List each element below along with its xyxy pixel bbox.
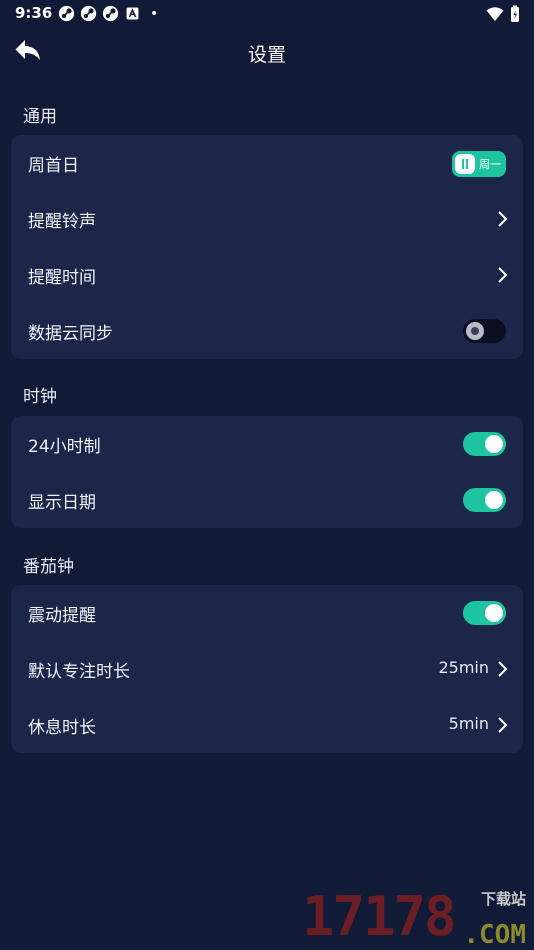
focus-duration-value: 25min <box>438 658 489 677</box>
wifi-icon <box>486 7 504 21</box>
chevron-right-icon <box>498 267 508 283</box>
status-bar: 9:36 • <box>0 0 534 28</box>
pause-icon <box>455 154 475 174</box>
vibrate-toggle[interactable] <box>463 601 506 625</box>
section-title-clock: 时钟 <box>23 387 57 407</box>
row-focus-duration[interactable]: 默认专注时长 25min <box>11 641 523 697</box>
notification-icons: • <box>58 5 158 22</box>
focus-duration-label: 默认专注时长 <box>28 662 130 682</box>
status-time: 9:36 <box>15 4 53 22</box>
card-pomodoro: 震动提醒 默认专注时长 25min 休息时长 5min <box>11 585 523 753</box>
battery-icon <box>511 5 519 22</box>
chevron-right-icon <box>498 211 508 227</box>
section-title-pomodoro: 番茄钟 <box>23 557 74 577</box>
24h-format-label: 24小时制 <box>28 437 101 457</box>
cloud-sync-toggle[interactable] <box>463 319 506 343</box>
watermark-number: 17178 <box>302 885 457 948</box>
row-break-duration[interactable]: 休息时长 5min <box>11 697 523 753</box>
status-dot: • <box>150 5 159 22</box>
row-24h-format[interactable]: 24小时制 <box>11 416 523 472</box>
toggle-knob <box>485 435 503 453</box>
chevron-right-icon <box>498 661 508 677</box>
toggle-knob <box>466 322 484 340</box>
row-reminder-time[interactable]: 提醒时间 <box>11 247 523 303</box>
week-start-label: 周首日 <box>28 156 79 176</box>
row-cloud-sync[interactable]: 数据云同步 <box>11 303 523 359</box>
show-date-toggle[interactable] <box>463 488 506 512</box>
cloud-sync-label: 数据云同步 <box>28 324 113 344</box>
a-app-icon <box>126 7 139 20</box>
steam-icon <box>80 5 97 22</box>
steam-icon <box>58 5 75 22</box>
reminder-ringtone-label: 提醒铃声 <box>28 212 96 232</box>
week-start-toggle[interactable]: 周一 <box>452 151 506 177</box>
chevron-right-icon <box>498 717 508 733</box>
toggle-knob <box>485 604 503 622</box>
row-show-date[interactable]: 显示日期 <box>11 472 523 528</box>
row-reminder-ringtone[interactable]: 提醒铃声 <box>11 191 523 247</box>
24h-format-toggle[interactable] <box>463 432 506 456</box>
vibrate-label: 震动提醒 <box>28 606 96 626</box>
row-week-start[interactable]: 周首日 周一 <box>11 135 523 191</box>
toggle-knob <box>485 491 503 509</box>
reminder-time-label: 提醒时间 <box>28 268 96 288</box>
steam-icon <box>102 5 119 22</box>
card-clock: 24小时制 显示日期 <box>11 416 523 528</box>
watermark-domain: .COM <box>463 920 526 950</box>
watermark-logo: 17178 下载站 .COM <box>302 885 528 950</box>
status-right <box>486 5 520 23</box>
break-duration-value: 5min <box>448 714 489 733</box>
week-start-value: 周一 <box>479 158 501 171</box>
card-general: 周首日 周一 提醒铃声 提醒时间 数据云同步 <box>11 135 523 359</box>
show-date-label: 显示日期 <box>28 493 96 513</box>
break-duration-label: 休息时长 <box>28 718 96 738</box>
app-header: 设置 <box>0 28 534 80</box>
section-title-general: 通用 <box>23 107 57 127</box>
row-vibrate[interactable]: 震动提醒 <box>11 585 523 641</box>
page-title: 设置 <box>247 44 286 66</box>
watermark-tag: 下载站 <box>480 890 526 908</box>
